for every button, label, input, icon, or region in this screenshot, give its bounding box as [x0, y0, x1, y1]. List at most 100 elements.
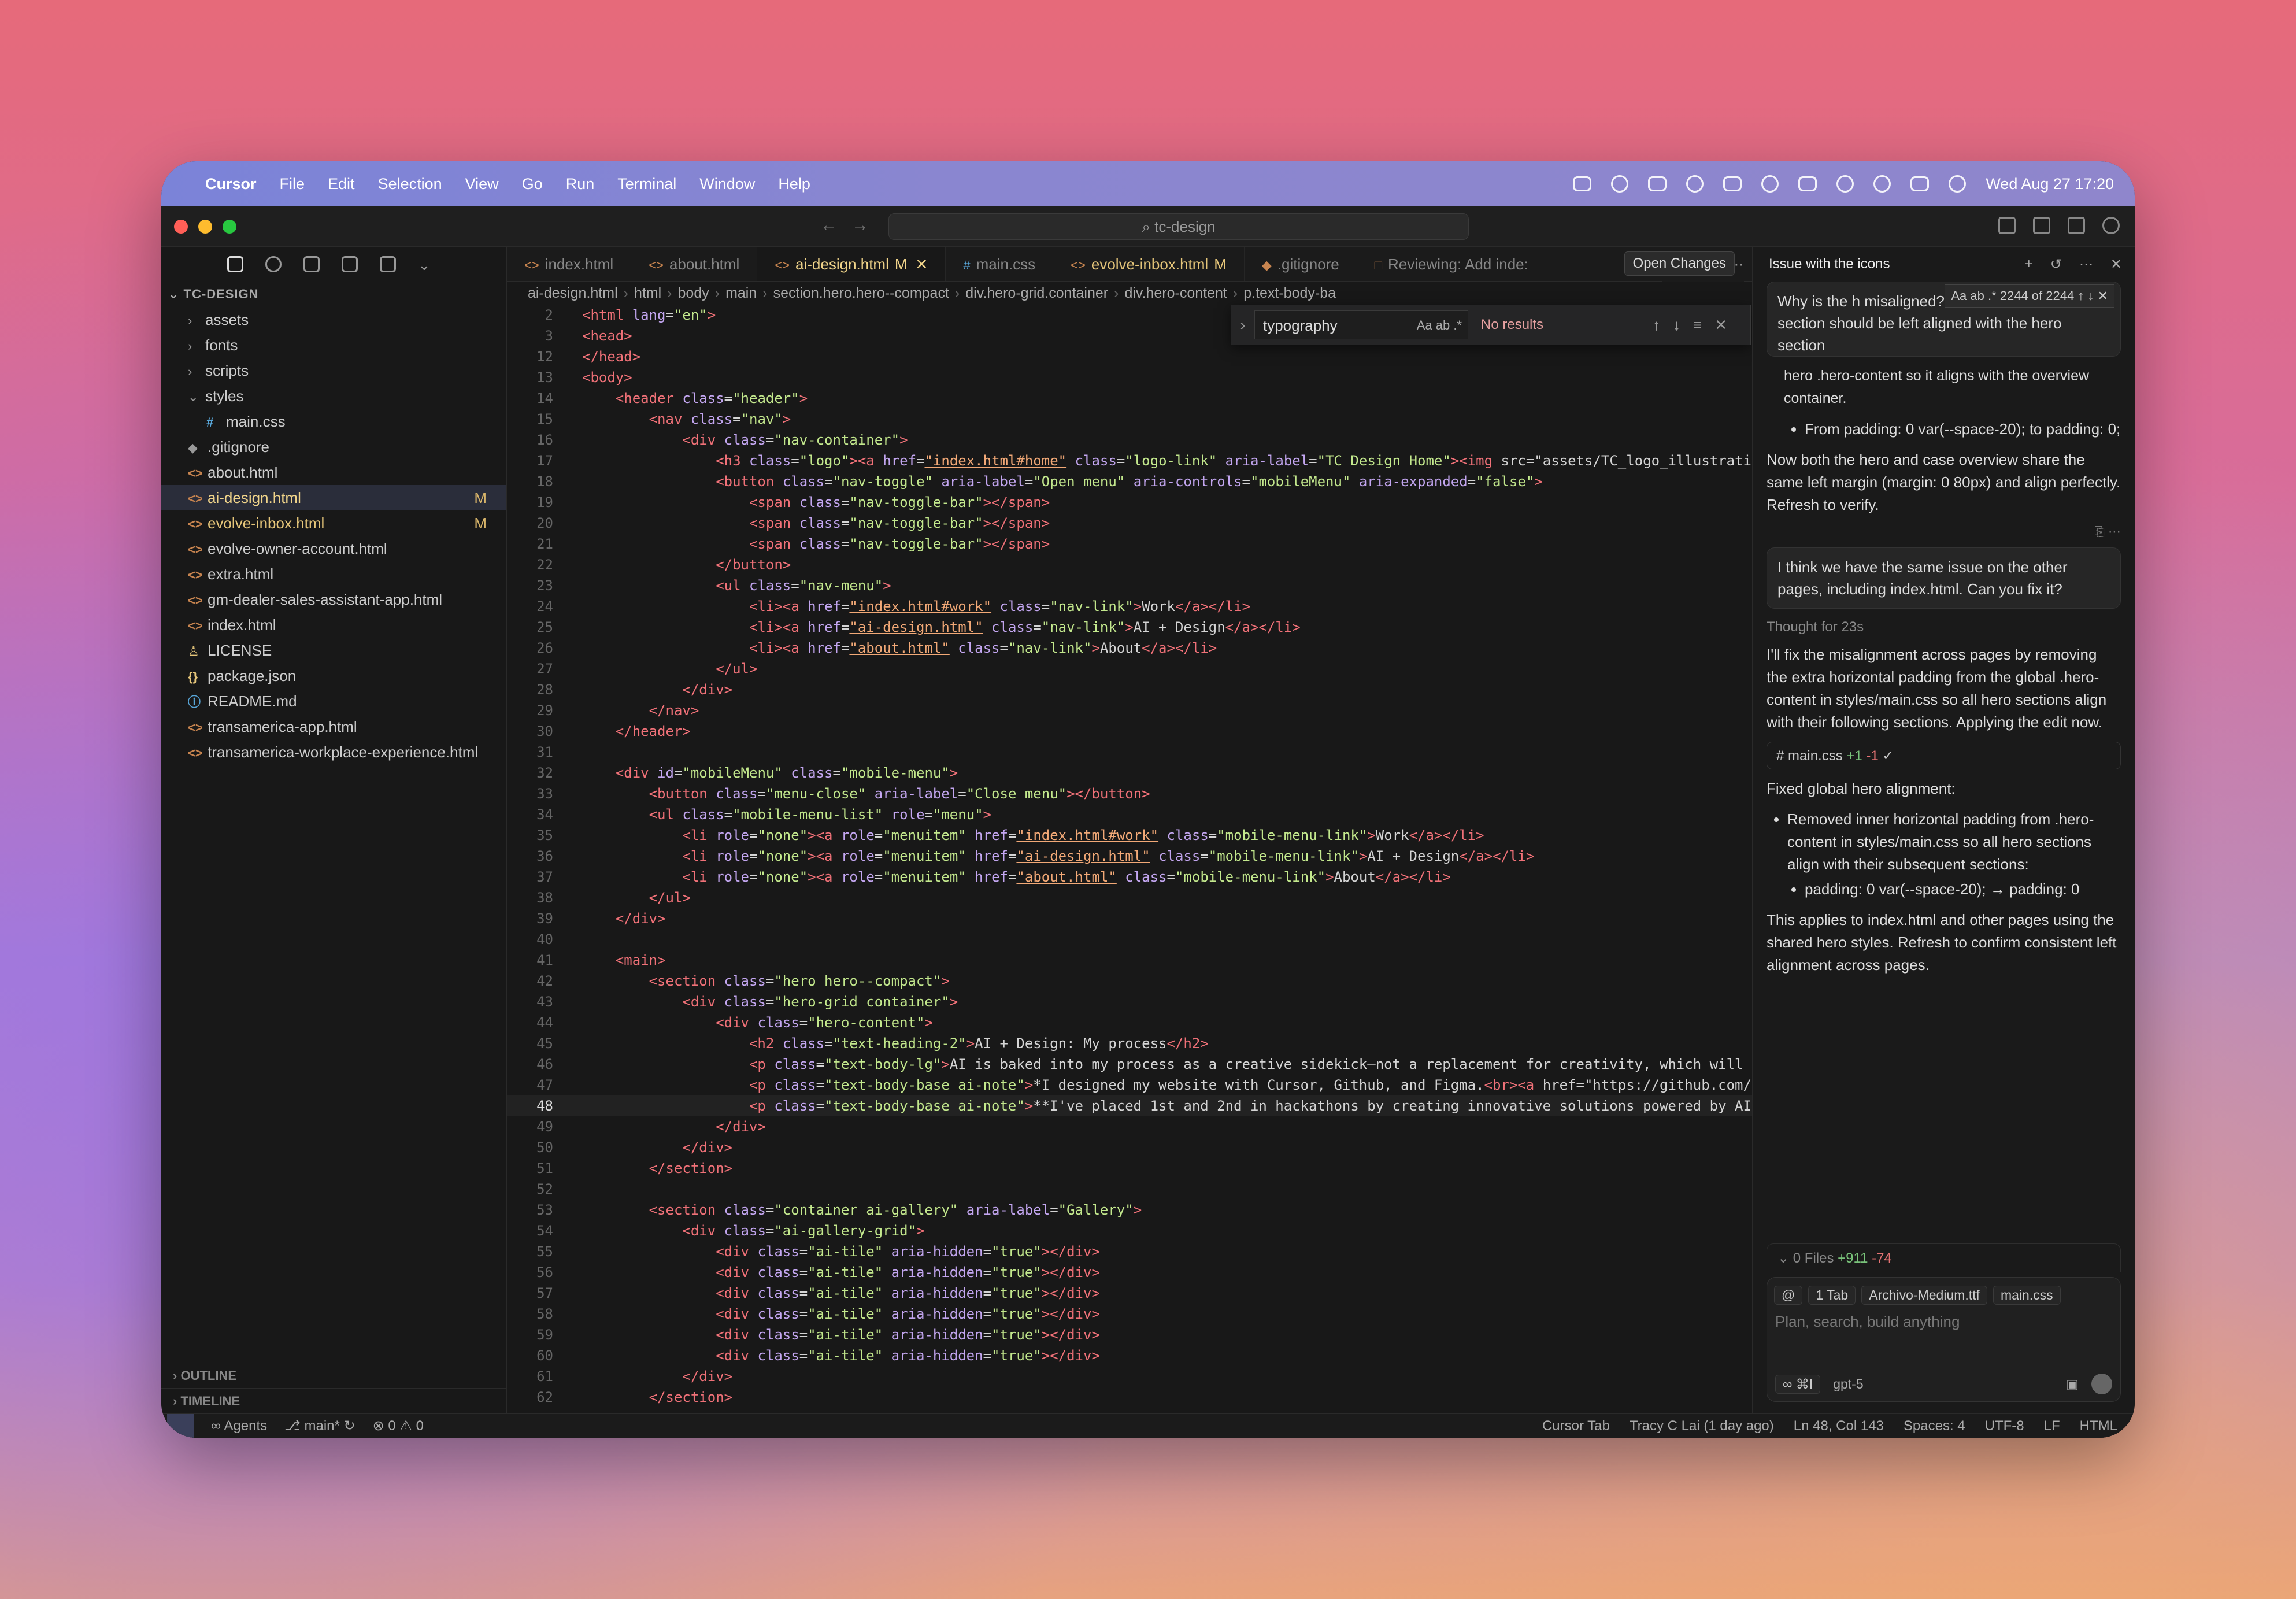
cursor-position[interactable]: Ln 48, Col 143: [1794, 1418, 1884, 1434]
file-tree-item[interactable]: ♙ LICENSE: [161, 638, 506, 663]
code-line[interactable]: 39 </div>: [507, 908, 1752, 929]
file-tree-item[interactable]: › fonts: [161, 332, 506, 358]
code-line[interactable]: 51 </section>: [507, 1158, 1752, 1179]
code-line[interactable]: 54 <div class="ai-gallery-grid">: [507, 1220, 1752, 1241]
image-attach-icon[interactable]: ▣: [2066, 1376, 2079, 1392]
file-tree-item[interactable]: ⌄ styles: [161, 383, 506, 409]
tab-context-chip[interactable]: 1 Tab: [1808, 1286, 1856, 1305]
battery-icon[interactable]: [1798, 176, 1817, 191]
menu-go[interactable]: Go: [522, 175, 543, 193]
file-tree-item[interactable]: <> about.html: [161, 460, 506, 485]
chat-title[interactable]: Issue with the icons: [1769, 256, 1890, 272]
code-line[interactable]: 37 <li role="none"><a role="menuitem" hr…: [507, 867, 1752, 887]
toggle-replace-chevron-icon[interactable]: ›: [1231, 316, 1254, 334]
breadcrumb-item[interactable]: div.hero-grid.container: [965, 285, 1108, 301]
language-mode[interactable]: HTML: [2080, 1418, 2117, 1434]
menu-help[interactable]: Help: [778, 175, 810, 193]
find-options-icons[interactable]: Aa ab .*: [1417, 311, 1462, 340]
breadcrumb-item[interactable]: html: [634, 285, 661, 301]
breadcrumb-item[interactable]: div.hero-content: [1124, 285, 1227, 301]
toggle-panel-icon[interactable]: [2033, 217, 2050, 234]
code-line[interactable]: 61 </div>: [507, 1366, 1752, 1387]
file-tree-item[interactable]: ◆ .gitignore: [161, 434, 506, 460]
source-control-icon[interactable]: [303, 256, 320, 272]
code-line[interactable]: 43 <div class="hero-grid container">: [507, 991, 1752, 1012]
code-line[interactable]: 60 <div class="ai-tile" aria-hidden="tru…: [507, 1345, 1752, 1366]
encoding[interactable]: UTF-8: [1985, 1418, 2024, 1434]
chevron-down-icon[interactable]: ⌄: [418, 256, 434, 273]
problems-status[interactable]: ⊗ 0 ⚠ 0: [373, 1417, 424, 1434]
code-line[interactable]: 55 <div class="ai-tile" aria-hidden="tru…: [507, 1241, 1752, 1262]
code-line[interactable]: 24 <li><a href="index.html#work" class="…: [507, 596, 1752, 617]
code-line[interactable]: 62 </section>: [507, 1387, 1752, 1408]
code-line[interactable]: 45 <h2 class="text-heading-2">AI + Desig…: [507, 1033, 1752, 1054]
editor-tab[interactable]: □ Reviewing: Add inde:: [1357, 247, 1546, 281]
remote-indicator[interactable]: [167, 1413, 194, 1438]
menu-terminal[interactable]: Terminal: [617, 175, 676, 193]
editor-tab[interactable]: <> index.html: [507, 247, 632, 281]
changed-files-bar[interactable]: ⌄ 0 Files +911 -74: [1767, 1243, 2121, 1272]
code-line[interactable]: 38 </ul>: [507, 887, 1752, 908]
menu-view[interactable]: View: [465, 175, 499, 193]
code-line[interactable]: 57 <div class="ai-tile" aria-hidden="tru…: [507, 1283, 1752, 1304]
indentation[interactable]: Spaces: 4: [1904, 1418, 1965, 1434]
file-tree-item[interactable]: {} package.json: [161, 663, 506, 689]
code-line[interactable]: 29 </nav>: [507, 700, 1752, 721]
siri-icon[interactable]: [1949, 175, 1967, 193]
mention-chip[interactable]: @: [1774, 1286, 1803, 1305]
breadcrumb-item[interactable]: body: [678, 285, 709, 301]
send-icon[interactable]: [2091, 1374, 2112, 1394]
history-icon[interactable]: ↺: [2050, 256, 2062, 273]
code-line[interactable]: 32 <div id="mobileMenu" class="mobile-me…: [507, 763, 1752, 783]
status-play-icon[interactable]: [1761, 175, 1779, 193]
file-tree-item[interactable]: ⓘ README.md: [161, 689, 506, 714]
code-line[interactable]: 12 </head>: [507, 346, 1752, 367]
code-line[interactable]: 31: [507, 742, 1752, 763]
git-blame[interactable]: Tracy C Lai (1 day ago): [1630, 1418, 1774, 1434]
menubar-clock[interactable]: Wed Aug 27 17:20: [1986, 175, 2114, 193]
agents-status[interactable]: ∞ Agents: [211, 1418, 267, 1434]
code-line[interactable]: 47 <p class="text-body-base ai-note">*I …: [507, 1075, 1752, 1095]
editor-tab[interactable]: <> evolve-inbox.html M: [1053, 247, 1245, 281]
code-editor[interactable]: 2 <html lang="en"> 3 <head> 12 </head> 13 <body…: [507, 305, 1752, 1408]
code-line[interactable]: 26 <li><a href="about.html" class="nav-l…: [507, 638, 1752, 658]
menu-window[interactable]: Window: [699, 175, 755, 193]
code-line[interactable]: 42 <section class="hero hero--compact">: [507, 971, 1752, 991]
code-line[interactable]: 50 </div>: [507, 1137, 1752, 1158]
file-tree-item[interactable]: <> ai-design.html M: [161, 485, 506, 510]
code-line[interactable]: 58 <div class="ai-tile" aria-hidden="tru…: [507, 1304, 1752, 1324]
file-tree-item[interactable]: › assets: [161, 307, 506, 332]
code-line[interactable]: 48 <p class="text-body-base ai-note">**I…: [507, 1095, 1752, 1116]
layout-icon[interactable]: [380, 256, 396, 272]
file-tree-item[interactable]: › scripts: [161, 358, 506, 383]
code-line[interactable]: 33 <button class="menu-close" aria-label…: [507, 783, 1752, 804]
outline-section[interactable]: › OUTLINE: [161, 1363, 506, 1388]
code-line[interactable]: 27 </ul>: [507, 658, 1752, 679]
code-line[interactable]: 36 <li role="none"><a role="menuitem" hr…: [507, 846, 1752, 867]
file-tree-item[interactable]: <> transamerica-app.html: [161, 714, 506, 739]
agent-mode-selector[interactable]: ∞ ⌘I: [1775, 1374, 1821, 1394]
model-selector[interactable]: gpt-5: [1833, 1376, 1863, 1392]
editor-tab[interactable]: <> ai-design.html M ✕: [757, 247, 946, 281]
breadcrumb-item[interactable]: section.hero.hero--compact: [773, 285, 949, 301]
status-sync-icon[interactable]: [1686, 175, 1704, 193]
file-tree-item[interactable]: <> gm-dealer-sales-assistant-app.html: [161, 587, 506, 612]
file-tree-item[interactable]: <> index.html: [161, 612, 506, 638]
code-line[interactable]: 44 <div class="hero-content">: [507, 1012, 1752, 1033]
line-ending[interactable]: LF: [2044, 1418, 2060, 1434]
file-tree-item[interactable]: <> transamerica-workplace-experience.html: [161, 739, 506, 765]
code-line[interactable]: 14 <header class="header">: [507, 388, 1752, 409]
chat-input[interactable]: Plan, search, build anything: [1767, 1305, 2120, 1339]
status-app-icon[interactable]: [1573, 176, 1592, 191]
find-nav-buttons[interactable]: ↑↓≡✕: [1653, 316, 1740, 334]
search-icon[interactable]: [265, 256, 282, 272]
status-cast-icon[interactable]: [1648, 176, 1667, 191]
close-icon[interactable]: ✕: [2110, 256, 2122, 273]
file-tree-item[interactable]: <> extra.html: [161, 561, 506, 587]
code-line[interactable]: 28 </div>: [507, 679, 1752, 700]
toggle-sidebar-icon[interactable]: [1998, 217, 2016, 234]
font-file-chip[interactable]: Archivo-Medium.ttf: [1861, 1286, 1987, 1305]
code-line[interactable]: 20 <span class="nav-toggle-bar"></span>: [507, 513, 1752, 534]
editor-tab[interactable]: ◆ .gitignore: [1245, 247, 1357, 281]
more-icon[interactable]: ⋯: [2079, 256, 2093, 273]
